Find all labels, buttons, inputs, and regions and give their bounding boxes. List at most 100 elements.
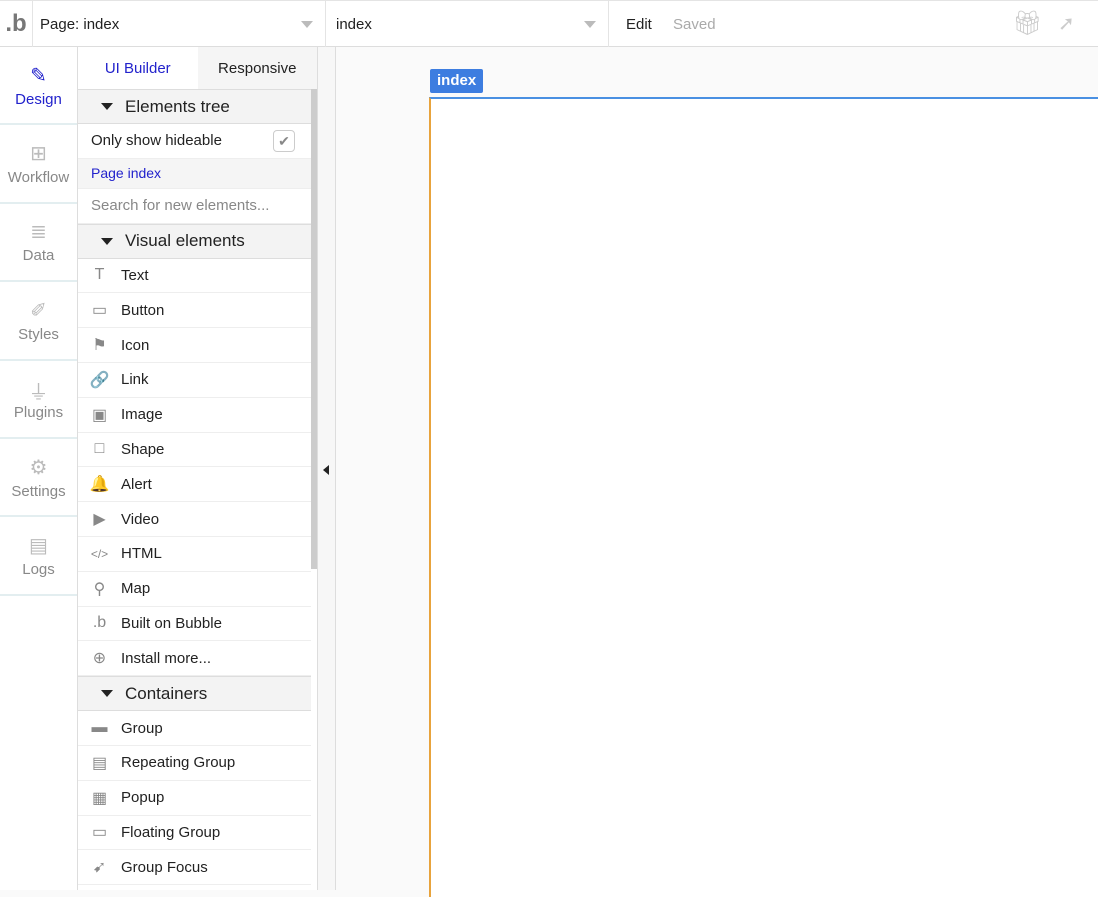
panel-scrollbar[interactable] — [311, 89, 317, 569]
element-group[interactable]: ▬ Group — [78, 711, 311, 746]
hideable-checkbox[interactable]: ✔ — [273, 129, 295, 152]
elements-panel: UI Builder Responsive Elements tree Only… — [78, 47, 318, 890]
nav-styles[interactable]: ✐ Styles — [0, 282, 77, 361]
element-link[interactable]: 🔗 Link — [78, 363, 311, 398]
element-popup[interactable]: ▦ Popup — [78, 781, 311, 816]
element-label: Shape — [121, 440, 165, 458]
view-select[interactable]: index — [326, 1, 609, 47]
caret-down-icon — [101, 237, 113, 245]
group-focus-icon: ➹ — [92, 859, 107, 877]
element-label: Built on Bubble — [121, 614, 222, 632]
view-select-value: index — [336, 15, 372, 33]
page-select[interactable]: Page: index — [33, 1, 326, 47]
link-icon: 🔗 — [89, 371, 110, 389]
element-label: Icon — [121, 336, 150, 354]
section-title: Elements tree — [125, 96, 230, 116]
nav-workflow[interactable]: ⊞ Workflow — [0, 125, 77, 204]
element-label: Text — [121, 266, 149, 284]
element-button[interactable]: ▭ Button — [78, 293, 311, 329]
tab-ui-builder[interactable]: UI Builder — [78, 47, 198, 89]
element-label: Video — [121, 510, 160, 528]
chevron-down-icon — [301, 21, 313, 28]
element-floating-group[interactable]: ▭ Floating Group — [78, 816, 311, 851]
repeating-group-icon: ▤ — [91, 754, 108, 772]
section-title: Visual elements — [125, 231, 245, 251]
nav-design[interactable]: ✎ Design — [0, 47, 77, 126]
element-repeating-group[interactable]: ▤ Repeating Group — [78, 746, 311, 781]
cursor-icon[interactable]: ➚ — [1058, 11, 1075, 36]
brush-icon: ✐ — [30, 299, 47, 322]
element-built-on-bubble[interactable]: .b Built on Bubble — [78, 607, 311, 642]
element-group-focus[interactable]: ➹ Group Focus — [78, 850, 311, 886]
element-label: Image — [121, 406, 163, 424]
popup-icon: ▦ — [91, 789, 108, 807]
element-image[interactable]: ▣ Image — [78, 398, 311, 433]
bubble-logo[interactable]: .b — [0, 1, 33, 47]
top-bar: .b Page: index index Edit Saved 🎁︎ ➚ — [0, 0, 1098, 47]
nav-label: Workflow — [7, 169, 70, 187]
video-icon: ▶ — [93, 511, 106, 529]
design-icon: ✎ — [30, 64, 47, 87]
panel-collapse-bar[interactable] — [318, 47, 336, 890]
element-label: Group — [121, 719, 163, 737]
element-label: Button — [121, 301, 165, 319]
only-show-hideable: Only show hideable ✔ — [78, 124, 311, 159]
left-nav: ✎ Design ⊞ Workflow ≣ Data ✐ Styles ⏚ Plugins… — [0, 47, 78, 890]
edit-menu[interactable]: Edit — [626, 16, 652, 33]
element-html[interactable]: </> HTML — [78, 537, 311, 572]
image-icon: ▣ — [91, 406, 108, 424]
visual-elements-header[interactable]: Visual elements — [78, 223, 311, 259]
text-icon: T — [94, 266, 105, 284]
element-label: Install more... — [121, 649, 212, 667]
checkbox-label: Only show hideable — [91, 132, 222, 150]
tree-item-page-index[interactable]: Page index — [78, 158, 311, 189]
button-icon: ▭ — [91, 302, 108, 320]
element-install-more[interactable]: ⊕ Install more... — [78, 641, 311, 677]
shape-icon: □ — [94, 440, 105, 458]
icon-icon: ⚑ — [92, 337, 107, 355]
collapse-arrow-icon[interactable] — [323, 465, 329, 475]
element-label: Repeating Group — [121, 754, 236, 772]
containers-header[interactable]: Containers — [78, 676, 311, 712]
group-icon: ▬ — [91, 719, 108, 737]
plug-icon: ⏚ — [28, 382, 49, 405]
element-label: Floating Group — [121, 823, 221, 841]
nav-settings[interactable]: ⚙ Settings — [0, 439, 77, 518]
element-alert[interactable]: 🔔 Alert — [78, 467, 311, 503]
workflow-icon: ⊞ — [30, 143, 47, 166]
alert-icon: 🔔 — [89, 476, 110, 494]
gift-icon[interactable]: 🎁︎ — [1012, 9, 1042, 38]
nav-data[interactable]: ≣ Data — [0, 204, 77, 283]
page-canvas[interactable] — [429, 97, 1098, 897]
element-icon[interactable]: ⚑ Icon — [78, 328, 311, 363]
element-map[interactable]: ⚲ Map — [78, 572, 311, 607]
search-elements-input[interactable]: Search for new elements... — [78, 189, 311, 224]
tab-responsive[interactable]: Responsive — [197, 47, 317, 89]
database-icon: ≣ — [30, 221, 47, 244]
element-video[interactable]: ▶ Video — [78, 502, 311, 537]
nav-label: Plugins — [13, 404, 64, 422]
page-name-tag[interactable]: index — [430, 69, 484, 93]
nav-logs[interactable]: ▤ Logs — [0, 517, 77, 596]
floating-group-icon: ▭ — [91, 824, 108, 842]
element-label: Group Focus — [121, 858, 208, 876]
element-label: HTML — [121, 545, 162, 563]
elements-tree-header[interactable]: Elements tree — [78, 89, 311, 124]
nav-label: Styles — [18, 325, 59, 343]
page-select-value: Page: index — [40, 15, 120, 33]
built-on-bubble-icon: .b — [92, 614, 107, 632]
element-label: Link — [121, 371, 149, 389]
gear-icon: ⚙ — [29, 456, 48, 479]
element-label: Popup — [121, 789, 165, 807]
install-more-icon: ⊕ — [92, 650, 107, 668]
save-status: Saved — [673, 16, 716, 33]
section-title: Containers — [125, 683, 208, 703]
element-label: Alert — [121, 475, 152, 493]
caret-down-icon — [101, 690, 113, 698]
nav-plugins[interactable]: ⏚ Plugins — [0, 361, 77, 439]
html-icon: </> — [90, 546, 109, 561]
element-shape[interactable]: □ Shape — [78, 433, 311, 468]
nav-label: Data — [22, 247, 55, 265]
element-text[interactable]: T Text — [78, 259, 311, 294]
nav-label: Settings — [11, 482, 66, 500]
